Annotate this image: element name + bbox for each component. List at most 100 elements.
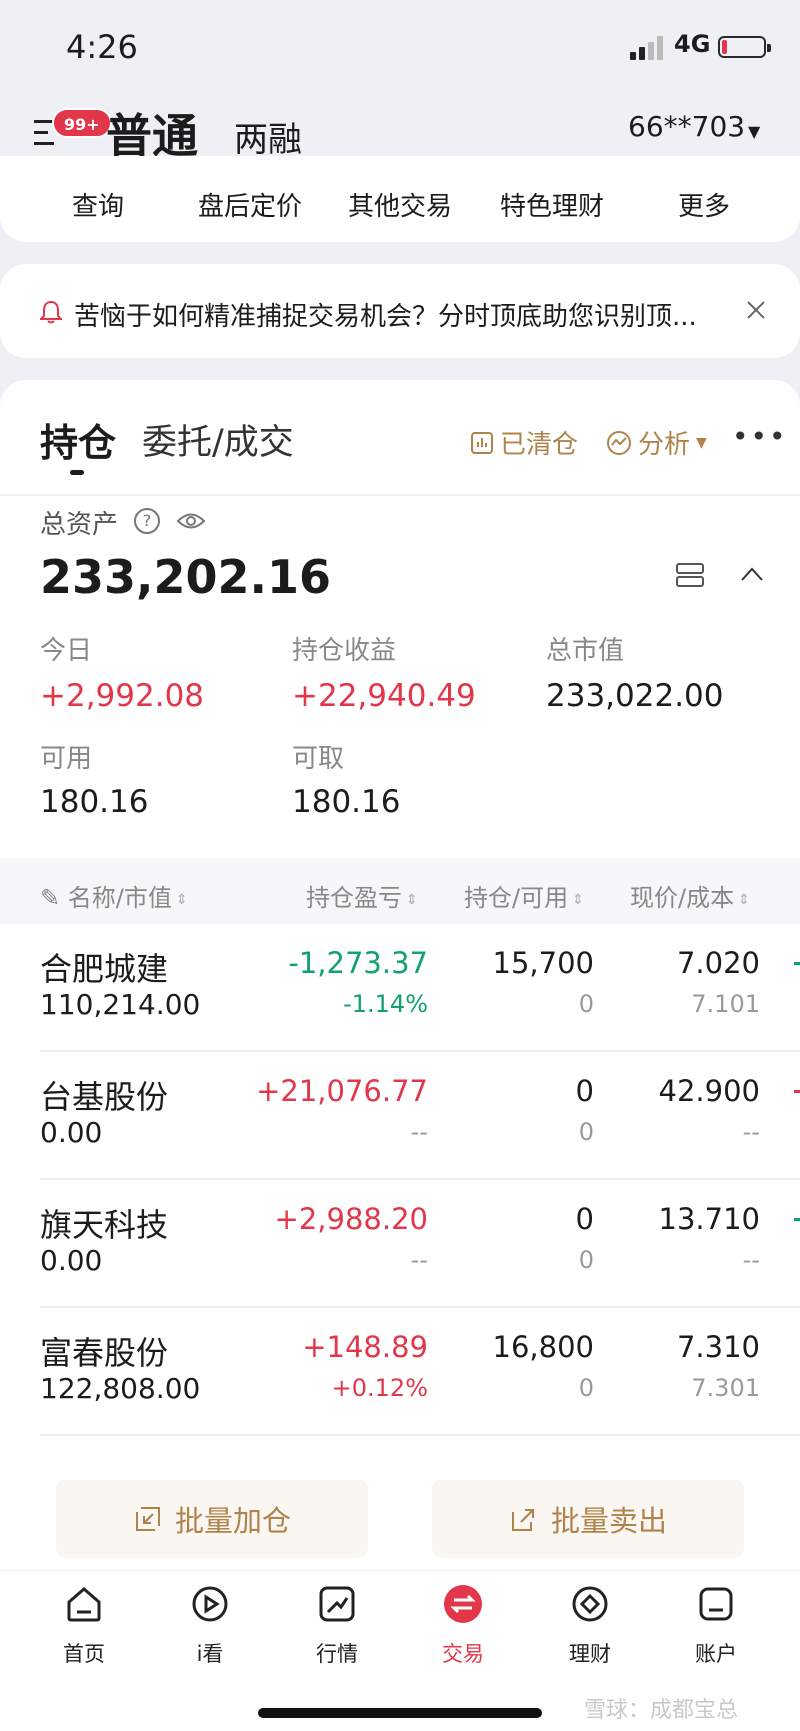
notice-text[interactable]: 苦恼于如何精准捕捉交易机会？分时顶底助您识别顶... bbox=[74, 296, 697, 333]
divider bbox=[40, 1434, 800, 1436]
stock-holding: 0 bbox=[575, 1202, 594, 1236]
tab-active-indicator bbox=[70, 470, 84, 475]
stock-market-value: 0.00 bbox=[40, 1244, 103, 1277]
stock-price: 7.020 bbox=[676, 946, 760, 980]
list-view-icon[interactable] bbox=[676, 562, 704, 588]
stock-cost: -- bbox=[742, 1246, 760, 1274]
cleared-positions-button[interactable]: 已清仓 bbox=[470, 424, 578, 461]
holding-pl-label: 持仓收益 bbox=[292, 636, 397, 666]
overflow-indicator bbox=[794, 962, 800, 965]
nav-account[interactable]: 账户 bbox=[671, 1584, 761, 1668]
menu-item-other-trade[interactable]: 其他交易 bbox=[348, 186, 452, 223]
overflow-indicator bbox=[794, 1090, 800, 1093]
account-selector[interactable]: 66**703 bbox=[628, 110, 745, 143]
batch-add-icon bbox=[135, 1507, 160, 1531]
home-icon bbox=[67, 1587, 101, 1622]
notification-badge: 99+ bbox=[52, 108, 112, 138]
analysis-button[interactable]: 分析 ▼ bbox=[606, 424, 707, 461]
nav-watch[interactable]: i看 bbox=[165, 1584, 255, 1668]
market-value: 233,022.00 bbox=[546, 678, 724, 714]
divider bbox=[0, 494, 800, 496]
stock-name: 旗天科技 bbox=[40, 1206, 169, 1244]
nav-label: i看 bbox=[196, 1642, 224, 1666]
batch-sell-button[interactable]: 批量卖出 bbox=[432, 1480, 744, 1558]
stock-pl: +21,076.77 bbox=[256, 1074, 428, 1108]
network-type: 4G bbox=[674, 30, 711, 58]
tab-margin-account[interactable]: 两融 bbox=[234, 112, 302, 161]
nav-label: 首页 bbox=[63, 1642, 105, 1666]
holding-pl-value: +22,940.49 bbox=[292, 678, 476, 714]
stock-cost: 7.101 bbox=[691, 990, 760, 1018]
chevron-up-icon[interactable] bbox=[740, 566, 764, 582]
stock-available: 0 bbox=[578, 1246, 594, 1274]
stock-available: 0 bbox=[578, 990, 594, 1018]
batch-add-button[interactable]: 批量加仓 bbox=[56, 1480, 368, 1558]
stock-name: 富春股份 bbox=[40, 1334, 169, 1372]
column-header-holding[interactable]: 持仓/可用 ⇕ bbox=[464, 878, 584, 913]
play-icon bbox=[192, 1586, 228, 1622]
close-icon[interactable] bbox=[744, 298, 768, 322]
sort-icon: ⇕ bbox=[572, 892, 584, 908]
nav-home[interactable]: 首页 bbox=[39, 1584, 129, 1668]
column-header-holding-label: 持仓/可用 bbox=[464, 884, 569, 912]
help-icon[interactable]: ? bbox=[134, 508, 160, 534]
home-indicator[interactable] bbox=[258, 1708, 542, 1718]
analysis-label: 分析 bbox=[638, 430, 691, 460]
menu-item-more[interactable]: 更多 bbox=[678, 186, 730, 223]
stock-name: 合肥城建 bbox=[40, 950, 169, 988]
total-assets-label: 总资产 bbox=[40, 510, 119, 540]
caret-down-icon[interactable]: ▼ bbox=[748, 122, 760, 141]
batch-sell-label: 批量卖出 bbox=[550, 1504, 667, 1538]
eye-icon[interactable] bbox=[176, 510, 206, 532]
stock-market-value: 0.00 bbox=[40, 1116, 103, 1149]
nav-wealth[interactable]: 理财 bbox=[545, 1584, 635, 1668]
menu-item-after-hours[interactable]: 盘后定价 bbox=[198, 186, 302, 223]
trend-icon bbox=[319, 1586, 355, 1622]
column-header-name-label: 名称/市值 bbox=[67, 884, 172, 912]
overflow-indicator bbox=[794, 1218, 800, 1221]
today-value: +2,992.08 bbox=[40, 678, 205, 714]
trade-menu: 查询 盘后定价 其他交易 特色理财 更多 bbox=[0, 156, 800, 242]
stock-pl-percent: -1.14% bbox=[343, 990, 428, 1018]
batch-sell-icon bbox=[511, 1509, 534, 1531]
withdrawable-label: 可取 bbox=[292, 744, 345, 774]
stock-cost: 7.301 bbox=[691, 1374, 760, 1402]
available-value: 180.16 bbox=[40, 784, 149, 820]
table-row[interactable]: 合肥城建 110,214.00 -1,273.37 -1.14% 15,700 … bbox=[0, 924, 800, 1052]
edit-icon: ✎ bbox=[40, 884, 61, 912]
stock-pl: +2,988.20 bbox=[274, 1202, 428, 1236]
column-header-name[interactable]: ✎ 名称/市值 ⇕ bbox=[40, 878, 188, 913]
nav-market[interactable]: 行情 bbox=[292, 1584, 382, 1668]
cleared-label: 已清仓 bbox=[500, 430, 579, 460]
table-row[interactable]: 富春股份 122,808.00 +148.89 +0.12% 16,800 0 … bbox=[0, 1308, 800, 1436]
bell-icon bbox=[40, 300, 62, 324]
menu-item-query[interactable]: 查询 bbox=[72, 186, 124, 223]
column-header-price[interactable]: 现价/成本 ⇕ bbox=[630, 878, 750, 913]
exchange-icon bbox=[444, 1585, 482, 1623]
column-header-pl-label: 持仓盈亏 bbox=[306, 884, 402, 912]
batch-add-label: 批量加仓 bbox=[174, 1504, 291, 1538]
diamond-icon bbox=[572, 1586, 608, 1622]
tab-holdings[interactable]: 持仓 bbox=[40, 412, 116, 467]
nav-label: 交易 bbox=[442, 1642, 484, 1666]
more-options-icon[interactable]: ••• bbox=[732, 420, 788, 453]
analysis-icon bbox=[607, 430, 631, 455]
table-row[interactable]: 旗天科技 0.00 +2,988.20 -- 0 0 13.710 -- bbox=[0, 1180, 800, 1308]
stock-name: 台基股份 bbox=[40, 1078, 169, 1116]
available-label: 可用 bbox=[40, 744, 93, 774]
column-header-pl[interactable]: 持仓盈亏 ⇕ bbox=[306, 878, 418, 913]
tab-orders[interactable]: 委托/成交 bbox=[142, 414, 294, 465]
total-assets-value: 233,202.16 bbox=[40, 550, 332, 604]
table-row[interactable]: 台基股份 0.00 +21,076.77 -- 0 0 42.900 -- bbox=[0, 1052, 800, 1180]
nav-trade[interactable]: 交易 bbox=[418, 1584, 508, 1668]
sort-icon: ⇕ bbox=[406, 892, 418, 908]
status-time: 4:26 bbox=[66, 28, 138, 66]
stock-cost: -- bbox=[742, 1118, 760, 1146]
stock-price: 42.900 bbox=[658, 1074, 760, 1108]
stock-pl-percent: +0.12% bbox=[331, 1374, 428, 1402]
menu-item-wealth[interactable]: 特色理财 bbox=[500, 186, 604, 223]
stock-price: 13.710 bbox=[658, 1202, 760, 1236]
nav-label: 账户 bbox=[695, 1642, 737, 1666]
sort-icon: ⇕ bbox=[738, 892, 750, 908]
stock-available: 0 bbox=[578, 1374, 594, 1402]
